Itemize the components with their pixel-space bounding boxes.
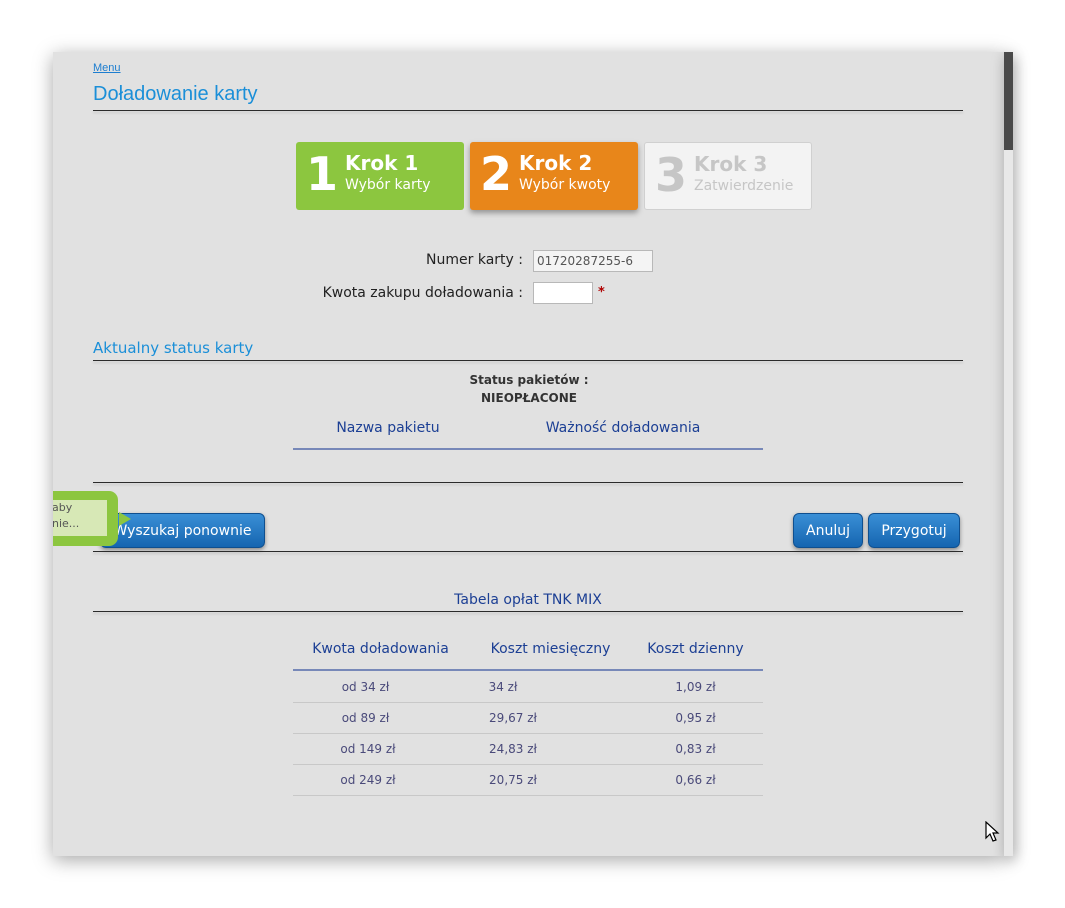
amount-input[interactable] [533, 282, 593, 304]
column-daily-cost: Koszt dzienny [647, 641, 744, 657]
fees-header-rule [293, 669, 763, 671]
fees-divider [93, 611, 963, 612]
fees-cell: 0,83 zł [675, 742, 716, 756]
cancel-button[interactable]: Anuluj [793, 513, 863, 548]
help-tooltip: aby nie... [53, 491, 118, 546]
fees-cell: od 149 zł [340, 742, 396, 756]
fees-cell: 24,83 zł [489, 742, 537, 756]
required-mark: * [598, 285, 605, 300]
fees-cell: 34 zł [488, 680, 518, 694]
fees-cell: 29,67 zł [489, 711, 537, 725]
fees-cell: od 89 zł [341, 711, 390, 725]
packages-status-value: NIEOPŁACONE [481, 391, 577, 405]
step-1-title: Krok 1 [345, 151, 419, 175]
tooltip-line-1: aby [53, 501, 73, 514]
title-divider [93, 110, 963, 111]
step-3: 3 Krok 3 Zatwierdzenie [644, 142, 812, 210]
row-divider [293, 764, 763, 765]
row-divider [293, 733, 763, 734]
step-3-title: Krok 3 [694, 152, 768, 176]
packages-status-label: Status pakietów : [469, 373, 589, 387]
fees-cell: 20,75 zł [489, 773, 537, 787]
step-1-subtitle: Wybór karty [345, 177, 431, 193]
column-monthly-cost: Koszt miesięczny [490, 641, 611, 657]
actions-bottom-divider [93, 551, 963, 552]
amount-label: Kwota zakupu doładowania : [322, 285, 523, 301]
step-3-subtitle: Zatwierdzenie [694, 178, 794, 194]
column-validity: Ważność doładowania [545, 420, 701, 436]
card-number-field[interactable] [533, 250, 653, 272]
menu-link[interactable]: Menu [93, 62, 121, 74]
step-3-number: 3 [655, 148, 688, 202]
tooltip-line-2: nie... [53, 517, 80, 530]
fees-cell: 1,09 zł [675, 680, 716, 694]
fees-cell: 0,95 zł [675, 711, 716, 725]
row-divider [293, 702, 763, 703]
status-divider [93, 360, 963, 361]
column-amount: Kwota doładowania [312, 641, 449, 657]
scrollbar-thumb[interactable] [1004, 52, 1013, 150]
step-1-number: 1 [306, 147, 339, 201]
column-package-name: Nazwa pakietu [336, 420, 440, 436]
step-2-number: 2 [480, 147, 513, 201]
actions-top-divider [93, 482, 963, 483]
app-window: Menu Doładowanie karty 1 Krok 1 Wybór ka… [53, 52, 1005, 856]
fees-cell: od 34 zł [341, 680, 390, 694]
fees-table-title: Tabela opłat TNK MIX [454, 592, 602, 608]
prepare-button[interactable]: Przygotuj [868, 513, 960, 548]
page-title: Doładowanie karty [93, 83, 258, 105]
fees-cell: 0,66 zł [675, 773, 716, 787]
fees-cell: od 249 zł [340, 773, 396, 787]
card-number-label: Numer karty : [426, 252, 523, 268]
tooltip-arrow [119, 512, 131, 526]
step-2-subtitle: Wybór kwoty [519, 177, 611, 193]
step-2-title: Krok 2 [519, 151, 593, 175]
step-2: 2 Krok 2 Wybór kwoty [470, 142, 638, 210]
help-tooltip-body: aby nie... [53, 500, 107, 536]
step-1[interactable]: 1 Krok 1 Wybór karty [296, 142, 464, 210]
packages-header-rule [293, 448, 763, 450]
row-divider [293, 795, 763, 796]
mouse-cursor-icon [985, 821, 1000, 842]
vertical-scrollbar[interactable] [1004, 52, 1013, 856]
status-section-title: Aktualny status karty [93, 339, 254, 357]
